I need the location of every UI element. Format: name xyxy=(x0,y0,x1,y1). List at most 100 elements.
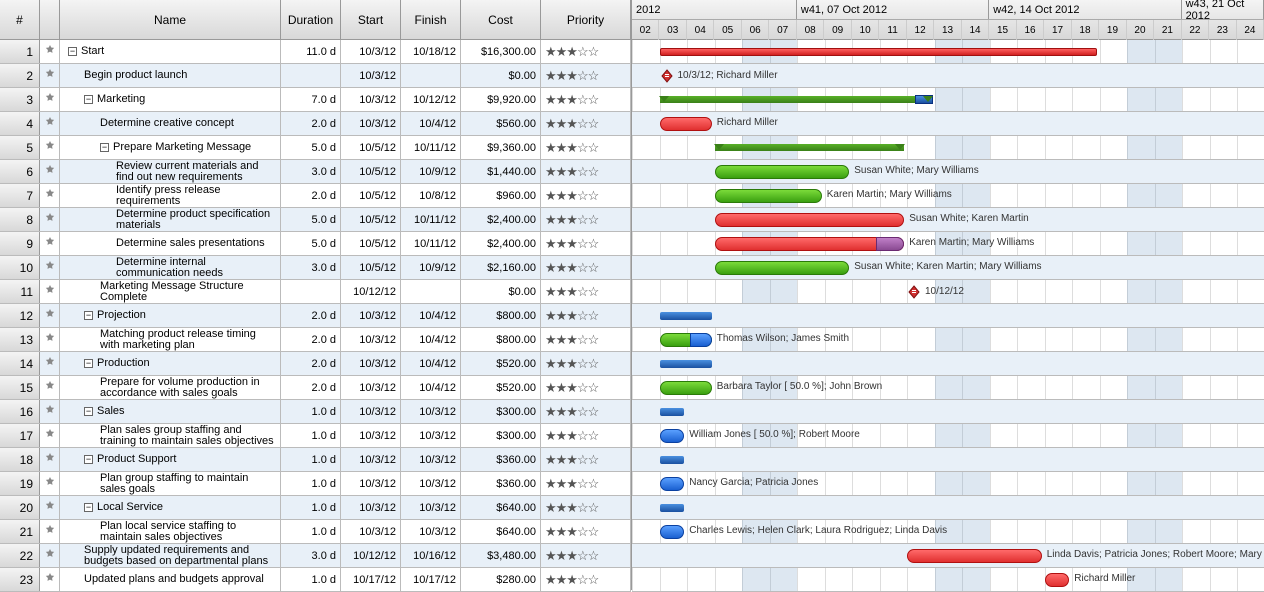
gantt-bar[interactable]: Susan White; Karen Martin; Mary Williams xyxy=(715,261,850,275)
row-number[interactable]: 8 xyxy=(0,208,40,231)
finish-cell[interactable]: 10/9/12 xyxy=(401,256,461,279)
finish-cell[interactable]: 10/3/12 xyxy=(401,448,461,471)
task-row[interactable]: 9Determine sales presentations5.0 d10/5/… xyxy=(0,232,631,256)
gantt-bar[interactable] xyxy=(660,48,1097,56)
duration-cell[interactable]: 2.0 d xyxy=(281,184,341,207)
duration-cell[interactable]: 5.0 d xyxy=(281,208,341,231)
gantt-row[interactable] xyxy=(632,304,1264,328)
gantt-bar[interactable]: Nancy Garcia; Patricia Jones xyxy=(660,477,685,491)
task-name-cell[interactable]: −Prepare Marketing Message xyxy=(60,136,281,159)
task-row[interactable]: 22Supply updated requirements and budget… xyxy=(0,544,631,568)
priority-stars[interactable]: ★★★☆☆ xyxy=(545,260,598,276)
start-cell[interactable]: 10/5/12 xyxy=(341,208,401,231)
gantt-row[interactable] xyxy=(632,496,1264,520)
task-name-cell[interactable]: Determine product specification material… xyxy=(60,208,281,231)
task-name-cell[interactable]: −Start xyxy=(60,40,281,63)
cost-cell[interactable]: $520.00 xyxy=(461,352,541,375)
duration-cell[interactable] xyxy=(281,64,341,87)
task-row[interactable]: 5−Prepare Marketing Message5.0 d10/5/121… xyxy=(0,136,631,160)
gantt-row[interactable] xyxy=(632,400,1264,424)
priority-stars[interactable]: ★★★☆☆ xyxy=(545,572,598,588)
task-name-cell[interactable]: −Local Service xyxy=(60,496,281,519)
row-number[interactable]: 9 xyxy=(0,232,40,255)
duration-cell[interactable]: 2.0 d xyxy=(281,352,341,375)
cost-cell[interactable]: $800.00 xyxy=(461,328,541,351)
col-header-cost[interactable]: Cost xyxy=(461,0,541,39)
gantt-row[interactable]: Richard Miller xyxy=(632,568,1264,592)
finish-cell[interactable]: 10/4/12 xyxy=(401,112,461,135)
gantt-bar[interactable] xyxy=(660,96,932,103)
gantt-bar[interactable] xyxy=(660,408,685,416)
start-cell[interactable]: 10/5/12 xyxy=(341,136,401,159)
cost-cell[interactable]: $300.00 xyxy=(461,424,541,447)
priority-stars[interactable]: ★★★☆☆ xyxy=(545,404,598,420)
finish-cell[interactable]: 10/11/12 xyxy=(401,232,461,255)
task-name-cell[interactable]: Determine internal communication needs xyxy=(60,256,281,279)
task-row[interactable]: 7Identify press release requirements2.0 … xyxy=(0,184,631,208)
task-row[interactable]: 10 Determine internal communication needs… xyxy=(0,256,631,280)
row-number[interactable]: 14 xyxy=(0,352,40,375)
priority-stars[interactable]: ★★★☆☆ xyxy=(545,380,598,396)
col-header-num[interactable]: # xyxy=(0,0,40,39)
priority-stars[interactable]: ★★★☆☆ xyxy=(545,332,598,348)
row-number[interactable]: 18 xyxy=(0,448,40,471)
gantt-bar[interactable]: Karen Martin; Mary Williams xyxy=(715,237,905,251)
cost-cell[interactable]: $800.00 xyxy=(461,304,541,327)
priority-stars[interactable]: ★★★☆☆ xyxy=(545,44,598,60)
task-row[interactable]: 2Begin product launch10/3/12$0.00★★★☆☆ xyxy=(0,64,631,88)
finish-cell[interactable]: 10/3/12 xyxy=(401,424,461,447)
duration-cell[interactable]: 1.0 d xyxy=(281,568,341,591)
gantt-bar[interactable]: Barbara Taylor [ 50.0 %]; John Brown xyxy=(660,381,712,395)
task-row[interactable]: 17Plan sales group staffing and training… xyxy=(0,424,631,448)
start-cell[interactable]: 10/17/12 xyxy=(341,568,401,591)
start-cell[interactable]: 10/5/12 xyxy=(341,256,401,279)
finish-cell[interactable]: 10/9/12 xyxy=(401,160,461,183)
gantt-row[interactable]: Susan White; Karen Martin xyxy=(632,208,1264,232)
priority-stars[interactable]: ★★★☆☆ xyxy=(545,428,598,444)
start-cell[interactable]: 10/3/12 xyxy=(341,376,401,399)
cost-cell[interactable]: $3,480.00 xyxy=(461,544,541,567)
duration-cell[interactable]: 1.0 d xyxy=(281,448,341,471)
row-number[interactable]: 6 xyxy=(0,160,40,183)
start-cell[interactable]: 10/5/12 xyxy=(341,184,401,207)
duration-cell[interactable]: 2.0 d xyxy=(281,112,341,135)
finish-cell[interactable]: 10/17/12 xyxy=(401,568,461,591)
gantt-bar[interactable] xyxy=(660,504,685,512)
gantt-row[interactable]: 10/3/12; Richard Miller xyxy=(632,64,1264,88)
col-header-info[interactable] xyxy=(40,0,60,39)
gantt-bar[interactable] xyxy=(715,144,905,151)
row-number[interactable]: 4 xyxy=(0,112,40,135)
col-header-duration[interactable]: Duration xyxy=(281,0,341,39)
task-row[interactable]: 1−Start11.0 d10/3/1210/18/12$16,300.00★★… xyxy=(0,40,631,64)
start-cell[interactable]: 10/3/12 xyxy=(341,496,401,519)
outline-toggle[interactable]: − xyxy=(68,47,77,56)
duration-cell[interactable]: 3.0 d xyxy=(281,256,341,279)
task-name-cell[interactable]: Plan local service staffing to maintain … xyxy=(60,520,281,543)
gantt-bar[interactable] xyxy=(660,360,712,368)
task-name-cell[interactable]: Determine sales presentations xyxy=(60,232,281,255)
gantt-bar[interactable] xyxy=(660,456,685,464)
gantt-row[interactable] xyxy=(632,88,1264,112)
start-cell[interactable]: 10/3/12 xyxy=(341,112,401,135)
priority-stars[interactable]: ★★★☆☆ xyxy=(545,500,598,516)
task-row[interactable]: 20−Local Service1.0 d10/3/1210/3/12$640.… xyxy=(0,496,631,520)
duration-cell[interactable]: 2.0 d xyxy=(281,328,341,351)
gantt-bar[interactable]: Susan White; Mary Williams xyxy=(715,165,850,179)
duration-cell[interactable]: 11.0 d xyxy=(281,40,341,63)
finish-cell[interactable]: 10/4/12 xyxy=(401,352,461,375)
gantt-bar[interactable]: Linda Davis; Patricia Jones; Robert Moor… xyxy=(907,549,1042,563)
start-cell[interactable]: 10/3/12 xyxy=(341,304,401,327)
task-name-cell[interactable]: −Production xyxy=(60,352,281,375)
outline-toggle[interactable]: − xyxy=(84,311,93,320)
cost-cell[interactable]: $360.00 xyxy=(461,448,541,471)
row-number[interactable]: 15 xyxy=(0,376,40,399)
task-name-cell[interactable]: Prepare for volume production in accorda… xyxy=(60,376,281,399)
gantt-row[interactable]: Linda Davis; Patricia Jones; Robert Moor… xyxy=(632,544,1264,568)
gantt-row[interactable]: Nancy Garcia; Patricia Jones xyxy=(632,472,1264,496)
task-name-cell[interactable]: Review current materials and find out ne… xyxy=(60,160,281,183)
task-row[interactable]: 11Marketing Message Structure Complete10… xyxy=(0,280,631,304)
priority-stars[interactable]: ★★★☆☆ xyxy=(545,164,598,180)
milestone-icon[interactable]: 10/3/12; Richard Miller xyxy=(660,69,674,83)
row-number[interactable]: 21 xyxy=(0,520,40,543)
row-number[interactable]: 10 xyxy=(0,256,40,279)
